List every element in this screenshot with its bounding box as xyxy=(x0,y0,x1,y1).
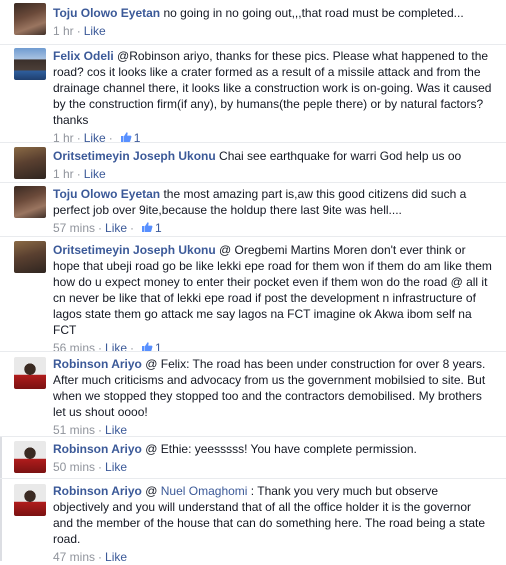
comment: Toju Olowo Eyetan no going in no going o… xyxy=(0,0,506,44)
comment-timestamp[interactable]: 1 hr xyxy=(53,167,74,181)
comment-timestamp[interactable]: 47 mins xyxy=(53,550,95,564)
thumbs-up-icon[interactable] xyxy=(141,221,153,233)
like-link[interactable]: Like xyxy=(84,167,106,181)
avatar[interactable] xyxy=(14,3,46,35)
comment-thread: Toju Olowo Eyetan no going in no going o… xyxy=(0,0,506,564)
comment: Oritsetimeyin Joseph Ukonu @ Oregbemi Ma… xyxy=(0,236,506,355)
comment: Robinson Ariyo @ Ethie: yeesssss! You ha… xyxy=(0,436,506,478)
avatar[interactable] xyxy=(14,147,46,179)
comment-author-link[interactable]: Toju Olowo Eyetan xyxy=(53,187,160,201)
comment-timestamp[interactable]: 1 hr xyxy=(53,24,74,38)
comment-meta: 1 hr · Like xyxy=(53,167,106,181)
like-link[interactable]: Like xyxy=(105,460,127,474)
comment-author-link[interactable]: Oritsetimeyin Joseph Ukonu xyxy=(53,149,216,163)
comment-text: @ Oregbemi Martins Moren don't ever thin… xyxy=(53,243,492,337)
avatar[interactable] xyxy=(14,48,46,80)
like-count[interactable]: 1 xyxy=(155,221,162,235)
comment: Oritsetimeyin Joseph Ukonu Chai see eart… xyxy=(0,142,506,182)
comment-meta: 47 mins · Like xyxy=(53,550,128,564)
avatar[interactable] xyxy=(14,241,46,273)
avatar[interactable] xyxy=(14,186,46,218)
like-link[interactable]: Like xyxy=(105,221,127,235)
comment-author-link[interactable]: Robinson Ariyo xyxy=(53,357,142,371)
like-link[interactable]: Like xyxy=(105,423,127,437)
comment-author-link[interactable]: Toju Olowo Eyetan xyxy=(53,6,160,20)
comment-text: @Robinson ariyo, thanks for these pics. … xyxy=(53,49,492,127)
comment: Toju Olowo Eyetan the most amazing part … xyxy=(0,182,506,236)
like-link[interactable]: Like xyxy=(105,550,127,564)
avatar[interactable] xyxy=(14,357,46,389)
comment-meta: 1 hr · Like xyxy=(53,24,106,38)
like-link[interactable]: Like xyxy=(84,24,106,38)
comment-timestamp[interactable]: 51 mins xyxy=(53,423,95,437)
comment-meta: 57 mins · Like · 1 xyxy=(53,221,162,235)
mention-link[interactable]: Nuel Omaghomi xyxy=(161,484,248,498)
comment-author-link[interactable]: Oritsetimeyin Joseph Ukonu xyxy=(53,243,216,257)
comment-author-link[interactable]: Robinson Ariyo xyxy=(53,484,142,498)
comment-author-link[interactable]: Robinson Ariyo xyxy=(53,442,142,456)
comment-author-link[interactable]: Felix Odeli xyxy=(53,49,114,63)
comment: Robinson Ariyo @ Nuel Omaghomi : Thank y… xyxy=(0,478,506,564)
comment-text: @ Ethie: yeesssss! You have complete per… xyxy=(141,442,417,456)
avatar[interactable] xyxy=(14,484,46,516)
comment: Robinson Ariyo @ Felix: The road has bee… xyxy=(0,351,506,437)
comment-meta: 50 mins · Like xyxy=(53,460,128,474)
comment-text-prefix: @ xyxy=(141,484,161,498)
comment-timestamp[interactable]: 50 mins xyxy=(53,460,95,474)
comment-timestamp[interactable]: 57 mins xyxy=(53,221,95,235)
avatar[interactable] xyxy=(14,441,46,473)
comment-text: Chai see earthquake for warri God help u… xyxy=(215,149,462,163)
comment: Felix Odeli @Robinson ariyo, thanks for … xyxy=(0,44,506,145)
comment-text: no going in no going out,,,that road mus… xyxy=(160,6,464,20)
